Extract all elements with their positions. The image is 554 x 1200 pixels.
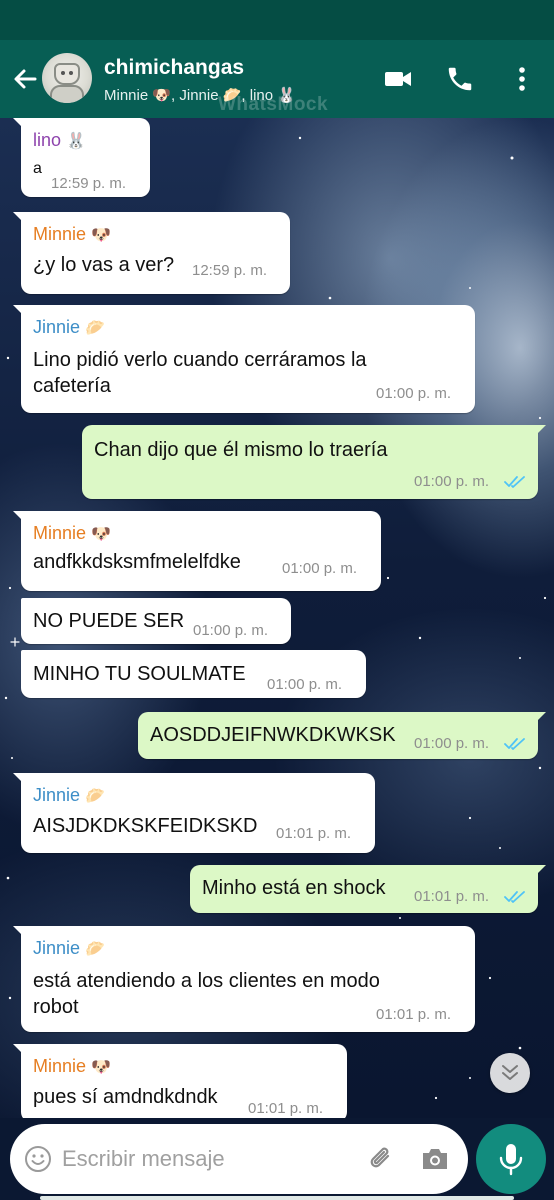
gesture-bar xyxy=(40,1196,514,1200)
back-button[interactable] xyxy=(8,62,42,96)
message-text-line: cafetería xyxy=(33,375,111,397)
message-time: 01:00 p. m. xyxy=(282,560,358,577)
message-bubble[interactable]: Jinnie 🥟 AISJDKDKSKFEIDKSKD 01:01 p. m. xyxy=(13,773,375,853)
double-check-icon xyxy=(504,476,525,488)
sender-emoji: 🥟 xyxy=(85,941,105,958)
message-time: 01:00 p. m. xyxy=(376,385,452,402)
message-sender: Minnie 🐶 xyxy=(33,1056,111,1076)
message-sender: Minnie 🐶 xyxy=(33,523,111,543)
chat-area[interactable]: lino 🐰 a 12:59 p. m. Minnie 🐶 ¿y lo vas … xyxy=(0,118,554,1118)
more-vertical-icon xyxy=(519,67,525,91)
message-text: Minho está en shock xyxy=(202,877,386,899)
attach-button[interactable] xyxy=(366,1144,396,1174)
scroll-to-bottom-button[interactable] xyxy=(490,1053,530,1093)
sender-emoji: 🐶 xyxy=(91,227,111,244)
sender-emoji: 🐶 xyxy=(91,1059,111,1076)
camera-button[interactable] xyxy=(420,1145,450,1173)
message-text: ¿y lo vas a ver? xyxy=(33,254,175,276)
message-time: 01:01 p. m. xyxy=(376,1006,452,1023)
message-time: 01:00 p. m. xyxy=(267,676,343,693)
video-call-button[interactable] xyxy=(383,64,413,94)
message-time: 01:01 p. m. xyxy=(414,888,490,905)
watermark: WhatsMock xyxy=(218,94,329,115)
more-options-button[interactable] xyxy=(507,64,537,94)
sender-emoji: 🐰 xyxy=(66,133,86,150)
message-bubble[interactable]: AOSDDJEIFNWKDKWKSK 01:00 p. m. xyxy=(138,712,546,759)
status-bar xyxy=(0,0,554,40)
message-text: AISJDKDKSKFEIDKSKD xyxy=(33,815,258,837)
message-time: 01:00 p. m. xyxy=(414,735,490,752)
message-text: a xyxy=(33,160,42,177)
message-input-container[interactable] xyxy=(10,1124,468,1194)
message-text: andfkkdsksmfmelelfdke xyxy=(33,551,241,573)
message-text-line: robot xyxy=(33,996,79,1018)
message-bubble[interactable]: Minnie 🐶 andfkkdsksmfmelelfdke 01:00 p. … xyxy=(13,511,381,591)
message-sender: Jinnie 🥟 xyxy=(33,317,105,337)
voice-call-button[interactable] xyxy=(445,64,475,94)
emoji-icon xyxy=(25,1146,51,1172)
double-check-icon xyxy=(504,738,525,750)
message-bubble[interactable]: MINHO TU SOULMATE 01:00 p. m. xyxy=(21,650,366,698)
sender-emoji: 🥟 xyxy=(85,788,105,805)
emoji-button[interactable] xyxy=(24,1145,52,1173)
message-text-line: está atendiendo a los clientes en modo xyxy=(33,970,380,992)
voice-message-button[interactable] xyxy=(476,1124,546,1194)
message-text: NO PUEDE SER xyxy=(33,610,185,632)
arrow-left-icon xyxy=(14,69,37,89)
double-check-icon xyxy=(504,891,525,903)
chat-title[interactable]: chimichangas xyxy=(104,56,244,80)
video-camera-icon xyxy=(385,72,411,86)
message-text: MINHO TU SOULMATE xyxy=(33,663,246,685)
message-time: 01:00 p. m. xyxy=(414,473,490,490)
chat-header: chimichangas Minnie 🐶, Jinnie 🥟, lino 🐰 … xyxy=(0,40,554,118)
group-avatar[interactable] xyxy=(42,53,92,103)
message-sender: Jinnie 🥟 xyxy=(33,785,105,805)
message-text: pues sí amdndkdndk xyxy=(33,1086,218,1108)
message-bubble[interactable]: NO PUEDE SER 01:00 p. m. xyxy=(21,598,291,644)
message-time: 12:59 p. m. xyxy=(192,262,268,279)
message-time: 01:01 p. m. xyxy=(276,825,352,842)
message-bubble[interactable]: Minho está en shock 01:01 p. m. xyxy=(190,865,546,913)
composer-bar xyxy=(0,1118,554,1200)
message-time: 12:59 p. m. xyxy=(51,175,127,192)
message-text: AOSDDJEIFNWKDKWKSK xyxy=(150,724,396,746)
message-sender: Jinnie 🥟 xyxy=(33,938,105,958)
phone-icon xyxy=(448,67,472,91)
message-time: 01:00 p. m. xyxy=(193,622,269,639)
sender-emoji: 🥟 xyxy=(85,320,105,337)
message-text-line: Lino pidió verlo cuando cerráramos la xyxy=(33,349,367,371)
message-bubble[interactable]: Chan dijo que él mismo lo traería 01:00 … xyxy=(82,425,546,499)
message-bubble[interactable]: Minnie 🐶 ¿y lo vas a ver? 12:59 p. m. xyxy=(13,212,290,294)
message-sender: Minnie 🐶 xyxy=(33,224,111,244)
camera-icon xyxy=(423,1149,447,1169)
message-sender: lino 🐰 xyxy=(33,130,86,150)
paperclip-icon xyxy=(370,1147,390,1168)
message-bubble[interactable]: lino 🐰 a 12:59 p. m. xyxy=(13,118,150,197)
sender-emoji: 🐶 xyxy=(91,526,111,543)
message-bubble[interactable]: Jinnie 🥟 está atendiendo a los clientes … xyxy=(13,926,475,1032)
message-text: Chan dijo que él mismo lo traería xyxy=(94,439,388,461)
microphone-icon xyxy=(499,1144,523,1176)
chevron-double-down-icon xyxy=(502,1065,518,1080)
message-bubble[interactable]: Jinnie 🥟 Lino pidió verlo cuando cerrára… xyxy=(13,305,475,413)
message-input[interactable] xyxy=(62,1142,312,1176)
message-bubble[interactable]: Minnie 🐶 pues sí amdndkdndk 01:01 p. m. xyxy=(13,1044,347,1118)
message-time: 01:01 p. m. xyxy=(248,1100,324,1117)
